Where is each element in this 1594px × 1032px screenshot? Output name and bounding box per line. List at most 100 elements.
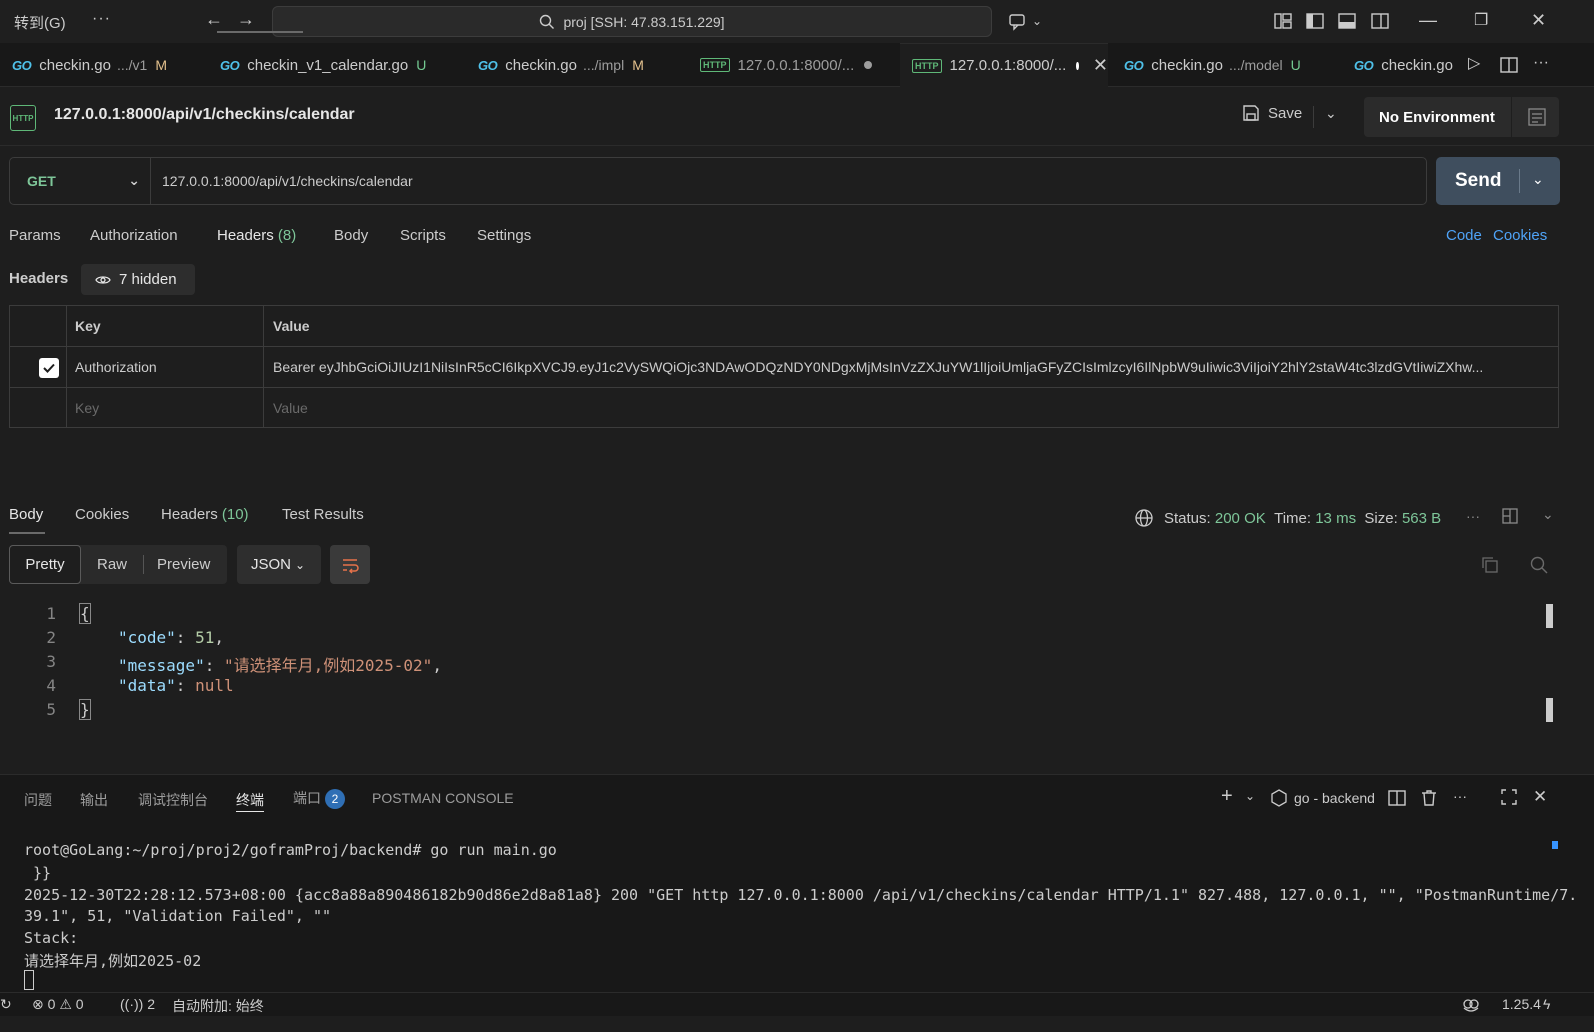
terminal-options-chevron-icon[interactable]: ⌄ — [1245, 789, 1255, 803]
more-actions-icon[interactable]: ··· — [1533, 54, 1549, 72]
tab-response-cookies[interactable]: Cookies — [75, 506, 129, 523]
response-body-code[interactable]: 1 { 2 "code": 51, 3 "message": "请选择年月,例如… — [0, 603, 1540, 734]
tab-ports[interactable]: 端口 2 — [293, 788, 345, 810]
code-link[interactable]: Code — [1446, 227, 1482, 244]
go-version[interactable]: 1.25.4 — [1502, 996, 1541, 1012]
tab-checkin-go[interactable]: GO checkin.go — [1342, 43, 1462, 87]
status-value[interactable]: 200 OK — [1215, 510, 1266, 527]
lightning-icon[interactable]: ϟ — [1543, 996, 1550, 1012]
tab-debug-console[interactable]: 调试控制台 — [138, 790, 208, 810]
environment-selector[interactable]: No Environment — [1364, 97, 1559, 137]
method-select[interactable]: GET ⌄ — [10, 158, 151, 204]
new-value-input[interactable]: Value — [264, 388, 308, 428]
tab-headers-label: Headers — [217, 227, 274, 244]
header-key-authorization[interactable]: Authorization — [66, 347, 157, 387]
tab-checkin-go-impl[interactable]: GO checkin.go .../impl M — [466, 43, 688, 87]
more-menu-icon[interactable]: ··· — [92, 10, 111, 28]
layout-toggle-icon[interactable] — [1501, 507, 1519, 525]
problems-summary[interactable]: ⊗ 0 ⚠ 0 — [32, 996, 84, 1013]
split-terminal-icon[interactable] — [1387, 788, 1407, 808]
toggle-secondary-sidebar-icon[interactable] — [1370, 11, 1390, 31]
search-text: proj [SSH: 47.83.151.229] — [563, 13, 725, 30]
wrap-lines-button[interactable] — [330, 545, 370, 584]
globe-icon[interactable] — [1134, 508, 1154, 528]
ports-status[interactable]: ((·)) 2 — [120, 996, 155, 1012]
tab-checkin-go-v1[interactable]: GO checkin.go .../v1 M — [0, 43, 208, 87]
tab-params[interactable]: Params — [9, 227, 61, 244]
code-text: "message": "请选择年月,例如2025-02", — [118, 656, 442, 675]
restore-icon[interactable]: ❐ — [1474, 10, 1488, 30]
back-arrow-icon[interactable]: ← — [205, 9, 223, 30]
panel-more-icon[interactable]: ··· — [1453, 788, 1467, 804]
tab-terminal[interactable]: 终端 — [236, 790, 264, 810]
toggle-panel-icon[interactable] — [1337, 11, 1357, 31]
status-label: Status: — [1164, 509, 1211, 527]
minimize-icon[interactable]: — — [1419, 10, 1437, 31]
eye-icon — [95, 275, 111, 284]
tab-checkin-v1-calendar-go[interactable]: GO checkin_v1_calendar.go U — [208, 43, 466, 87]
goto-menu[interactable]: 转到(G) — [14, 12, 66, 33]
time-value[interactable]: 13 ms — [1315, 510, 1356, 527]
more-options-icon[interactable]: ··· — [1466, 508, 1480, 524]
save-button[interactable]: Save — [1242, 104, 1302, 122]
json-format-select[interactable]: JSON ⌄ — [237, 545, 321, 584]
json-value: null — [195, 676, 234, 695]
save-options-chevron-icon[interactable]: ⌄ — [1325, 105, 1337, 122]
scrollbar-marker[interactable] — [1546, 698, 1553, 722]
tab-checkin-go-model[interactable]: GO checkin.go .../model U — [1112, 43, 1342, 87]
tab-http-request-active[interactable]: HTTP 127.0.0.1:8000/... ✕ — [900, 43, 1108, 88]
tab-response-headers[interactable]: Headers (10) — [161, 506, 249, 523]
request-header: HTTP 127.0.0.1:8000/api/v1/checkins/cale… — [0, 88, 1594, 146]
pretty-button[interactable]: Pretty — [9, 545, 81, 584]
send-button[interactable]: Send ⌄ — [1436, 157, 1560, 205]
sync-icon[interactable]: ↻ — [0, 996, 12, 1013]
close-panel-icon[interactable]: ✕ — [1533, 787, 1547, 807]
new-key-input[interactable]: Key — [66, 388, 99, 428]
run-icon[interactable]: ▷ — [1468, 53, 1480, 73]
search-response-icon[interactable] — [1529, 555, 1549, 575]
header-enabled-checkbox[interactable] — [39, 358, 59, 378]
raw-button[interactable]: Raw — [97, 556, 127, 573]
tab-body[interactable]: Body — [334, 227, 368, 244]
trash-icon[interactable] — [1419, 788, 1439, 808]
hidden-headers-toggle[interactable]: 7 hidden — [81, 264, 195, 295]
tab-scripts[interactable]: Scripts — [400, 227, 446, 244]
tab-test-results[interactable]: Test Results — [282, 506, 364, 523]
url-input[interactable]: 127.0.0.1:8000/api/v1/checkins/calendar — [162, 173, 413, 189]
close-window-icon[interactable]: ✕ — [1531, 10, 1546, 31]
tab-output[interactable]: 输出 — [80, 790, 108, 810]
tab-problems[interactable]: 问题 — [24, 790, 52, 810]
close-tab-icon[interactable]: ✕ — [1093, 55, 1108, 76]
toggle-sidebar-icon[interactable] — [1305, 11, 1325, 31]
environment-quick-look-icon[interactable] — [1527, 107, 1547, 127]
maximize-panel-icon[interactable] — [1500, 788, 1518, 806]
code-line: 2 "code": 51, — [0, 628, 1540, 652]
size-value[interactable]: 563 B — [1402, 510, 1441, 527]
new-terminal-plus-icon[interactable]: + — [1221, 785, 1233, 808]
terminal-name[interactable]: go - backend — [1294, 790, 1375, 806]
chevron-down-icon[interactable]: ⌄ — [1032, 14, 1042, 28]
tab-headers[interactable]: Headers (8) — [217, 227, 296, 244]
unsaved-dot-icon — [864, 61, 873, 69]
tab-response-body[interactable]: Body — [9, 506, 43, 523]
copilot-chat-icon[interactable] — [1008, 11, 1028, 31]
header-value-authorization[interactable]: Bearer eyJhbGciOiJIUzI1NiIsInR5cCI6IkpXV… — [264, 347, 1554, 387]
request-title[interactable]: 127.0.0.1:8000/api/v1/checkins/calendar — [54, 106, 355, 124]
copy-icon[interactable] — [1480, 555, 1500, 575]
split-editor-icon[interactable] — [1499, 55, 1519, 75]
send-options-chevron-icon[interactable]: ⌄ — [1532, 171, 1544, 188]
terminal-scrollbar[interactable] — [1552, 841, 1558, 849]
forward-arrow-icon[interactable]: → — [237, 9, 255, 30]
copilot-icon[interactable] — [1462, 996, 1480, 1014]
command-center-search[interactable]: proj [SSH: 47.83.151.229] — [272, 6, 992, 37]
tab-authorization[interactable]: Authorization — [90, 227, 178, 244]
customize-layout-icon[interactable] — [1273, 11, 1293, 31]
tab-postman-console[interactable]: POSTMAN CONSOLE — [372, 790, 514, 806]
scrollbar-marker[interactable] — [1546, 604, 1553, 628]
collapse-response-chevron-icon[interactable]: ⌄ — [1542, 506, 1554, 523]
tab-settings[interactable]: Settings — [477, 227, 531, 244]
preview-button[interactable]: Preview — [157, 556, 210, 573]
auto-attach-status[interactable]: 自动附加: 始终 — [172, 996, 264, 1016]
tab-http-request-1[interactable]: HTTP 127.0.0.1:8000/... — [688, 43, 900, 87]
cookies-link[interactable]: Cookies — [1493, 227, 1547, 244]
